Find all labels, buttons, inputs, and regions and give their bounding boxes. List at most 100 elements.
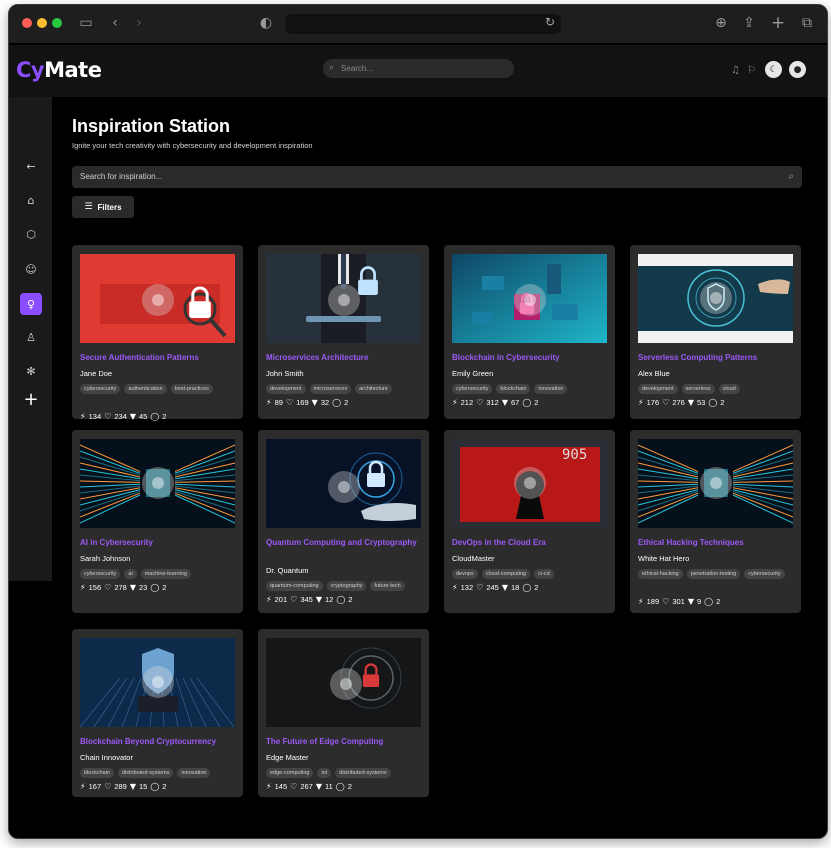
cymate-logo[interactable]: CyMate <box>16 58 102 82</box>
tag-chip[interactable]: development <box>266 384 306 394</box>
heart-icon[interactable]: ♡ <box>104 782 111 791</box>
card-author[interactable]: White Hat Hero <box>638 554 689 563</box>
card-title[interactable]: Microservices Architecture <box>266 351 426 364</box>
card-image[interactable] <box>266 254 421 343</box>
card-author[interactable]: Emily Green <box>452 369 493 378</box>
lightbulb-icon[interactable]: ♀ <box>20 293 42 315</box>
user-avatar[interactable]: ● <box>789 61 806 78</box>
minimize-window-button[interactable] <box>37 18 47 28</box>
forward-arrow-icon[interactable]: › <box>130 14 148 32</box>
bolt-icon[interactable]: ⚡ <box>266 782 272 791</box>
inspiration-card[interactable]: The Future of Edge Computing Edge Master… <box>258 629 429 797</box>
reload-icon[interactable]: ↻ <box>545 15 555 29</box>
inspiration-search-input[interactable]: Search for inspiration... ⌕ <box>72 166 802 188</box>
inspiration-card[interactable]: Microservices Architecture John Smith de… <box>258 245 429 419</box>
card-author[interactable]: Jane Doe <box>80 369 112 378</box>
thumbs-down-icon[interactable]: ▼ <box>502 583 508 592</box>
heart-icon[interactable]: ♡ <box>290 595 297 604</box>
comment-icon[interactable]: ◯ <box>522 583 531 592</box>
tag-chip[interactable]: devops <box>452 569 478 579</box>
bolt-icon[interactable]: ⚡ <box>638 398 644 407</box>
tag-chip[interactable]: cryptography <box>326 581 367 591</box>
home-icon[interactable]: ⌂ <box>20 189 42 211</box>
tag-chip[interactable]: future-tech <box>370 581 405 591</box>
card-title[interactable]: Serverless Computing Patterns <box>638 351 798 364</box>
thumbs-down-icon[interactable]: ▼ <box>130 583 136 592</box>
tag-chip[interactable]: quantum-computing <box>266 581 323 591</box>
thumbs-down-icon[interactable]: ▼ <box>316 782 322 791</box>
privacy-shield-icon[interactable]: ◐ <box>257 14 275 32</box>
tag-chip[interactable]: penetration-testing <box>686 569 741 579</box>
tag-chip[interactable]: architecture <box>355 384 392 394</box>
back-arrow-icon[interactable]: ← <box>20 155 42 177</box>
tag-chip[interactable]: machine-learning <box>140 569 191 579</box>
comment-icon[interactable]: ◯ <box>704 597 713 606</box>
comment-icon[interactable]: ◯ <box>150 583 159 592</box>
tag-chip[interactable]: authentication <box>124 384 167 394</box>
bolt-icon[interactable]: ⚡ <box>452 583 458 592</box>
flag-icon[interactable]: ⚐ <box>747 65 756 76</box>
sidebar-toggle-icon[interactable]: ▭ <box>77 14 95 32</box>
bolt-icon[interactable]: ⚡ <box>80 412 86 421</box>
theme-toggle-moon-icon[interactable]: ☾ <box>765 61 782 78</box>
card-image[interactable] <box>638 439 793 528</box>
card-title[interactable]: DevOps in the Cloud Era <box>452 536 612 549</box>
card-image[interactable] <box>80 254 235 343</box>
thumbs-down-icon[interactable]: ▼ <box>688 398 694 407</box>
card-author[interactable]: Chain Innovator <box>80 753 133 762</box>
tag-chip[interactable]: cloud <box>718 384 740 394</box>
card-title[interactable]: Blockchain Beyond Cryptocurrency <box>80 735 240 748</box>
box-icon[interactable]: ⬡ <box>20 223 42 245</box>
tag-chip[interactable]: microservices <box>309 384 352 394</box>
heart-icon[interactable]: ♡ <box>662 597 669 606</box>
heart-icon[interactable]: ♡ <box>476 398 483 407</box>
tag-chip[interactable]: iot <box>317 768 332 778</box>
tag-chip[interactable]: blockchain <box>80 768 114 778</box>
card-image[interactable]: 905 <box>452 439 607 528</box>
tag-chip[interactable]: serverless <box>681 384 715 394</box>
inspiration-card[interactable]: 905 DevOps in the Cloud Era CloudMaster … <box>444 430 615 613</box>
users-icon[interactable]: ☺ <box>20 258 42 280</box>
card-image[interactable] <box>452 254 607 343</box>
tag-chip[interactable]: innovation <box>177 768 211 778</box>
card-title[interactable]: The Future of Edge Computing <box>266 735 426 748</box>
bolt-icon[interactable]: ⚡ <box>80 782 86 791</box>
tag-chip[interactable]: cybersecurity <box>80 569 121 579</box>
card-image[interactable] <box>266 638 421 727</box>
inspiration-card[interactable]: Quantum Computing and Cryptography Dr. Q… <box>258 430 429 613</box>
comment-icon[interactable]: ◯ <box>336 595 345 604</box>
tag-chip[interactable]: ethical-hacking <box>638 569 683 579</box>
back-arrow-icon[interactable]: ‹ <box>106 14 124 32</box>
close-window-button[interactable] <box>22 18 32 28</box>
filters-button[interactable]: ☰ Filters <box>72 196 134 218</box>
settings-icon[interactable]: ✻ <box>20 360 42 382</box>
heart-icon[interactable]: ♡ <box>104 412 111 421</box>
comment-icon[interactable]: ◯ <box>332 398 341 407</box>
heart-icon[interactable]: ♡ <box>476 583 483 592</box>
tag-chip[interactable]: ai <box>124 569 137 579</box>
bolt-icon[interactable]: ⚡ <box>452 398 458 407</box>
card-author[interactable]: Sarah Johnson <box>80 554 130 563</box>
card-image[interactable] <box>80 439 235 528</box>
comment-icon[interactable]: ◯ <box>522 398 531 407</box>
maximize-window-button[interactable] <box>52 18 62 28</box>
thumbs-down-icon[interactable]: ▼ <box>312 398 318 407</box>
heart-icon[interactable]: ♡ <box>290 782 297 791</box>
tag-chip[interactable]: cloud-computing <box>481 569 531 579</box>
bolt-icon[interactable]: ⚡ <box>266 595 272 604</box>
heart-icon[interactable]: ♡ <box>104 583 111 592</box>
tag-chip[interactable]: blockchain <box>496 384 531 394</box>
card-image[interactable] <box>638 254 793 343</box>
card-image[interactable] <box>80 638 235 727</box>
tag-chip[interactable]: ci-cd <box>534 569 554 579</box>
tag-chip[interactable]: edge-computing <box>266 768 314 778</box>
card-author[interactable]: CloudMaster <box>452 554 495 563</box>
bolt-icon[interactable]: ⚡ <box>266 398 272 407</box>
inspiration-card[interactable]: Ethical Hacking Techniques White Hat Her… <box>630 430 801 613</box>
tab-overview-icon[interactable]: ⧉ <box>798 14 816 32</box>
address-bar[interactable]: ↻ <box>285 14 561 34</box>
comment-icon[interactable]: ◯ <box>708 398 717 407</box>
share-icon[interactable]: ⇪ <box>740 14 758 32</box>
bell-icon[interactable]: ♫ <box>731 65 740 76</box>
tag-chip[interactable]: cybersecurity <box>80 384 121 394</box>
